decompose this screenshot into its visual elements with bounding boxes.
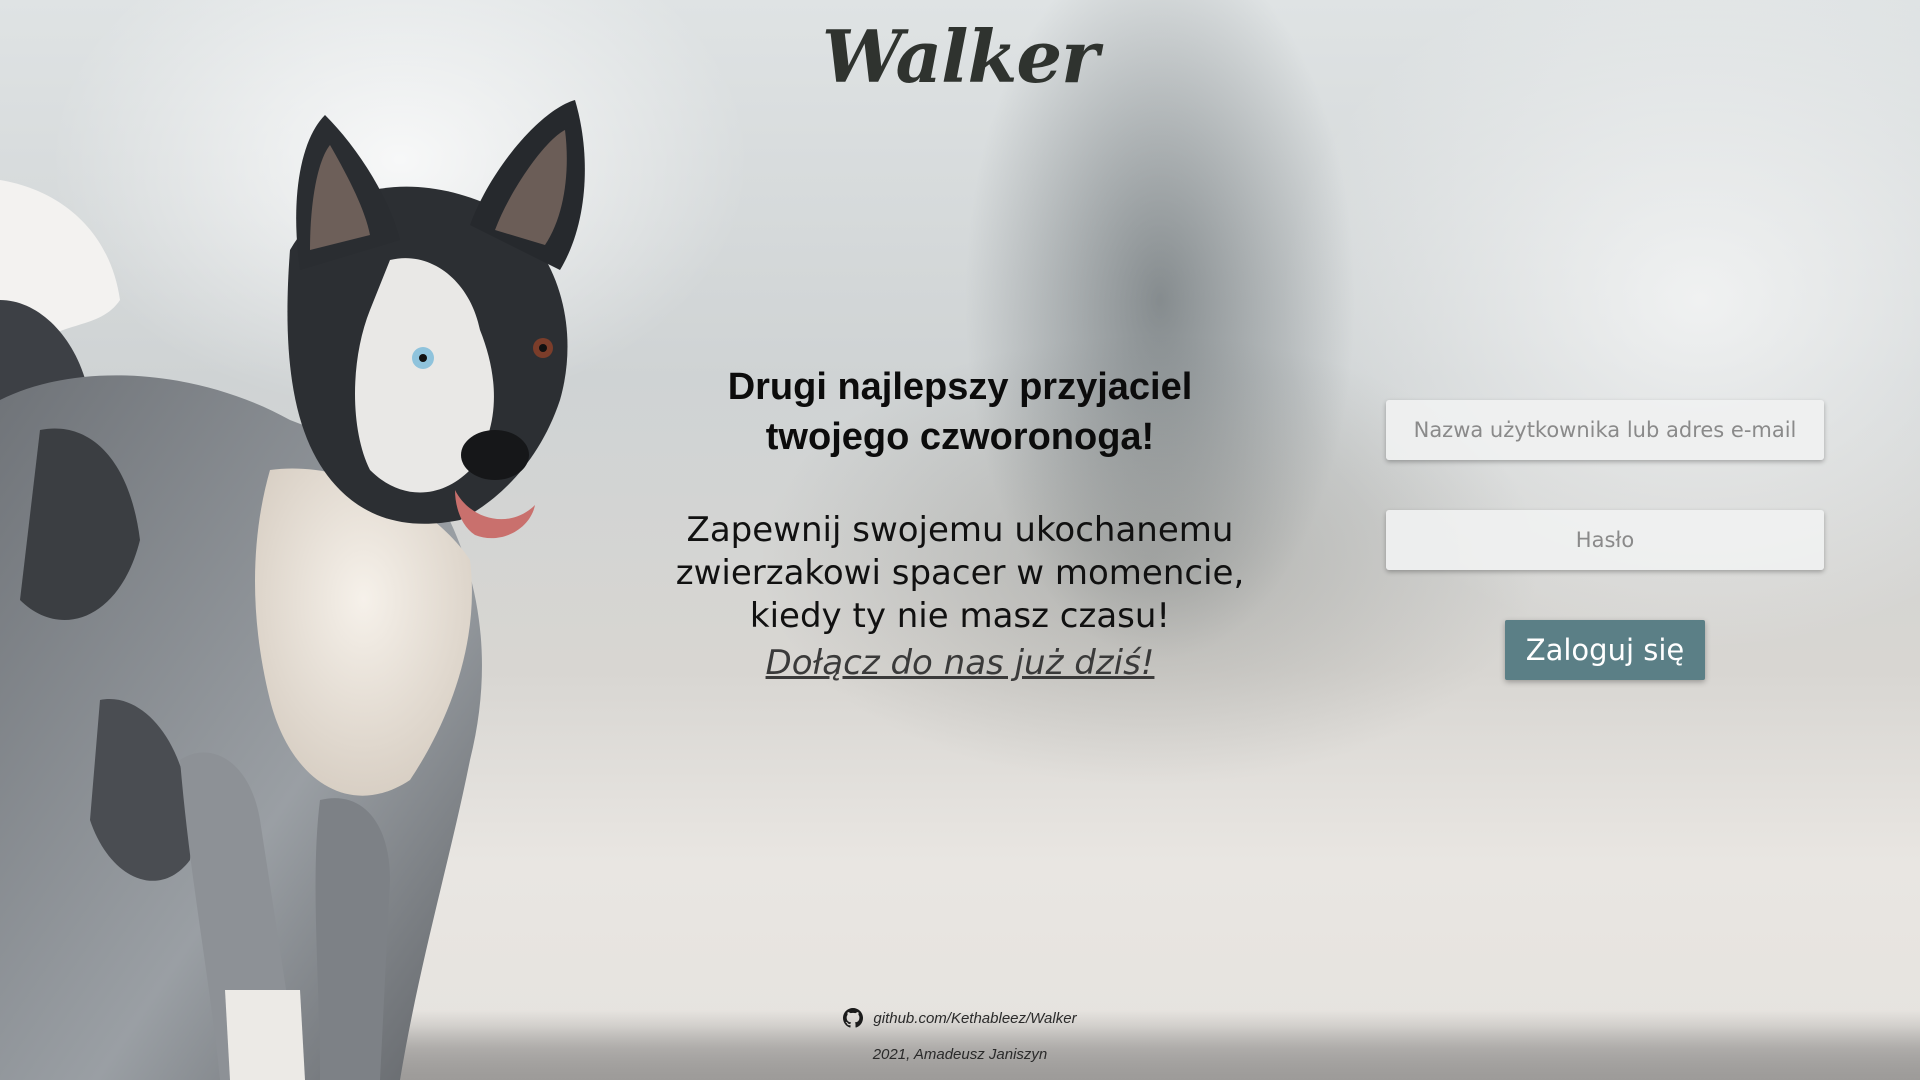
- hero-section: Drugi najlepszy przyjaciel twojego czwor…: [640, 362, 1280, 685]
- hero-title-line-2: twojego czworonoga!: [765, 416, 1155, 458]
- login-button[interactable]: Zaloguj się: [1505, 620, 1705, 680]
- join-us-link[interactable]: Dołącz do nas już dziś!: [766, 642, 1155, 685]
- hero-description-line-3: kiedy ty nie masz czasu!: [749, 596, 1171, 636]
- login-form: Zaloguj się: [1386, 400, 1824, 680]
- footer-credit: 2021, Amadeusz Janiszyn: [872, 1046, 1048, 1063]
- brand-logo: Walker: [821, 14, 1099, 99]
- hero-description-line-2: zwierzakowi spacer w momencie,: [675, 553, 1245, 593]
- hero-description: Zapewnij swojemu ukochanemu zwierzakowi …: [640, 509, 1280, 685]
- github-icon: [843, 1008, 864, 1028]
- username-input[interactable]: [1386, 400, 1824, 460]
- github-link-text: github.com/Kethableez/Walker: [873, 1009, 1077, 1027]
- github-link[interactable]: github.com/Kethableez/Walker: [843, 1008, 1077, 1028]
- hero-title-line-1: Drugi najlepszy przyjaciel: [727, 366, 1193, 408]
- dog-photo: [0, 100, 585, 1080]
- hero-description-line-1: Zapewnij swojemu ukochanemu: [686, 510, 1234, 550]
- hero-title: Drugi najlepszy przyjaciel twojego czwor…: [640, 362, 1280, 462]
- password-input[interactable]: [1386, 510, 1824, 570]
- footer: github.com/Kethableez/Walker 2021, Amade…: [0, 1008, 1920, 1063]
